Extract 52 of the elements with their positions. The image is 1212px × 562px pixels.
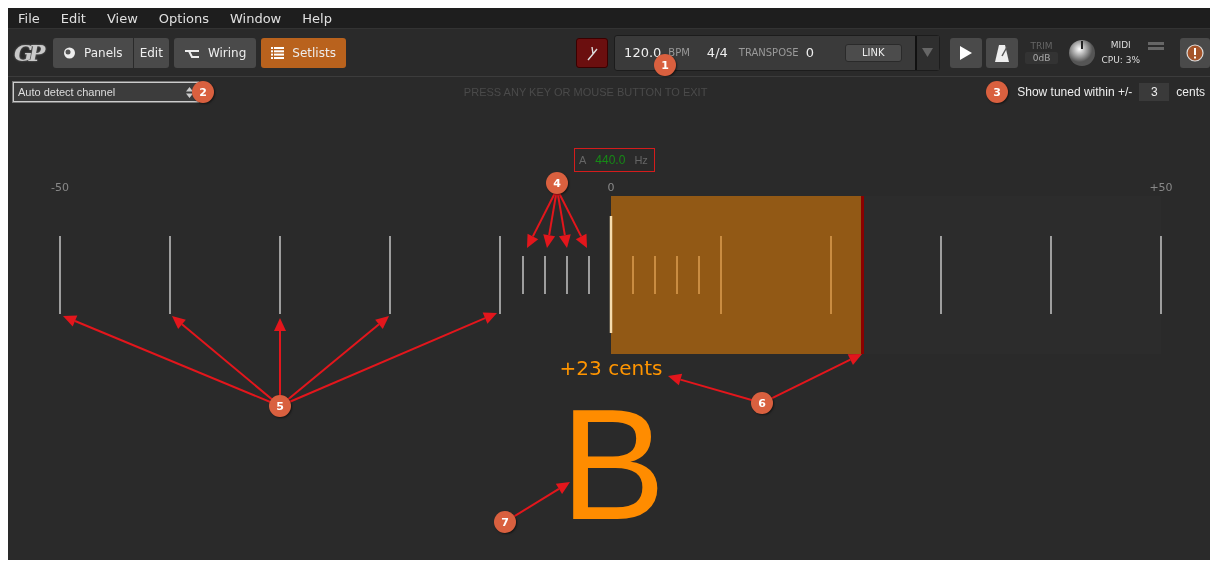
menu-item[interactable]: File (18, 10, 52, 26)
alert-icon (1186, 43, 1204, 62)
cpu-usage: CPU: 3% (1101, 55, 1140, 65)
scale-label: 0 (607, 181, 615, 194)
tolerance-field[interactable]: 3 (1139, 83, 1170, 101)
menu-item[interactable]: Help (302, 10, 344, 26)
transpose-label: TRANSPOSE (738, 47, 799, 58)
time-signature[interactable]: 4/4 (706, 45, 728, 60)
trim-label: TRIM (1030, 41, 1053, 51)
view-tab[interactable]: Panels (53, 37, 133, 68)
annotation-badge: 2 (192, 81, 214, 103)
list-icon (271, 46, 285, 59)
metronome-icon (994, 43, 1009, 62)
play-icon (959, 45, 972, 60)
metronome-button[interactable] (985, 37, 1018, 68)
cents-reading: +23 cents (559, 356, 663, 380)
menu-item[interactable]: View (106, 10, 150, 26)
annotation-badge: 4 (546, 172, 568, 194)
menu-item[interactable]: Edit (60, 10, 98, 26)
alert-button[interactable] (1180, 37, 1210, 68)
scale-label: +50 (1149, 181, 1173, 194)
channel-select[interactable]: Auto detect channel (13, 82, 198, 102)
reference-frequency: 440.0 (595, 153, 626, 167)
midi-activity-icon (1148, 41, 1164, 50)
view-tab[interactable]: Wiring (173, 37, 257, 68)
menu-item[interactable]: Window (230, 10, 294, 26)
tolerance-unit: cents (1176, 85, 1205, 99)
trim-field[interactable]: 0dB (1024, 52, 1059, 64)
view-tab[interactable]: Setlists (261, 37, 346, 68)
midi-label: MIDI (1110, 40, 1131, 50)
play-button[interactable] (949, 37, 982, 68)
tuning-fork-icon (585, 44, 600, 61)
transpose-value[interactable]: 0 (805, 45, 814, 60)
view-tab[interactable]: Edit (133, 37, 169, 68)
tolerance-label: Show tuned within +/- (1017, 85, 1133, 99)
tuner-button[interactable] (576, 37, 609, 68)
frequency-unit: Hz (634, 154, 648, 166)
annotation-badge: 6 (751, 392, 773, 414)
annotation-badge: 3 (986, 81, 1008, 103)
volume-knob[interactable] (1067, 38, 1096, 67)
detected-note: B (560, 385, 666, 543)
annotation-badge: 7 (494, 511, 516, 533)
scale-label: -50 (51, 181, 69, 194)
link-button[interactable]: LINK (844, 43, 902, 62)
annotation-badge: 5 (269, 395, 291, 417)
menu-item[interactable]: Options (158, 10, 221, 26)
palette-icon (63, 46, 76, 59)
caret-icon (922, 48, 933, 57)
dropdown-button[interactable] (914, 35, 939, 70)
up-down-arrows-icon (186, 86, 193, 98)
app-logo: GP (14, 39, 44, 66)
reference-note: A (579, 154, 587, 166)
